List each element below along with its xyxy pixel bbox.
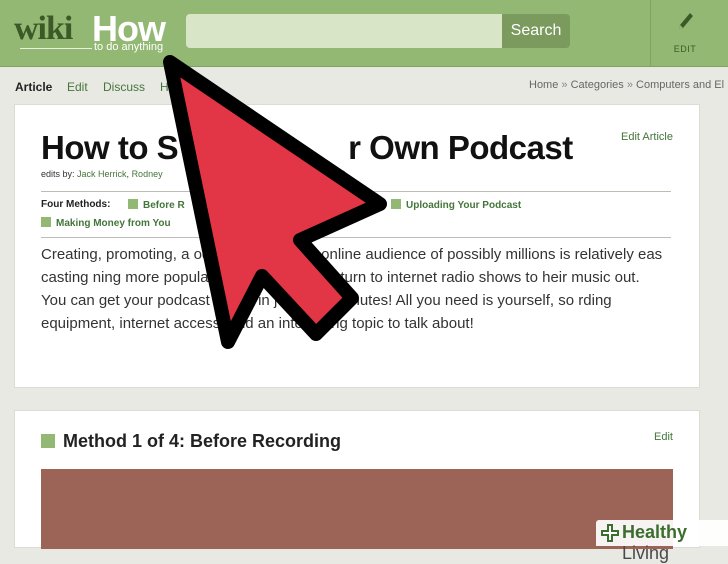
intro-paragraph: Creating, promoting, a odcast to reach a… xyxy=(41,246,663,332)
method-heading: Method 1 of 4: Before Recording xyxy=(41,431,341,452)
method-square-icon xyxy=(128,199,138,209)
step-image xyxy=(41,469,673,549)
divider xyxy=(41,237,671,238)
edit-label: EDIT xyxy=(673,44,697,54)
article-intro-card: Edit Article How to S r Own Podcast edits… xyxy=(14,104,700,388)
watermark-bold: Healthy xyxy=(622,522,688,542)
search-button[interactable]: Search xyxy=(502,14,570,48)
method-square-icon xyxy=(41,217,51,227)
logo-wiki-text: wiki xyxy=(14,10,73,47)
method-link-uploading[interactable]: Uploading Your Podcast xyxy=(391,199,521,211)
breadcrumb-home[interactable]: Home xyxy=(529,79,558,91)
logo-underline xyxy=(20,48,92,49)
site-header: wiki How to do anything Search EDIT xyxy=(0,0,728,67)
authors-line: edits by: Jack Herrick, Rodney e all) xyxy=(41,169,347,179)
see-all-link[interactable]: e all) xyxy=(327,169,347,179)
tab-article[interactable]: Article xyxy=(15,80,52,94)
pencil-icon xyxy=(679,13,693,29)
header-divider xyxy=(650,0,651,66)
breadcrumb-computers[interactable]: Computers and El xyxy=(636,79,724,91)
tab-history[interactable]: H xyxy=(160,80,169,94)
breadcrumb-separator: » xyxy=(626,79,637,91)
author-link-jack-herrick[interactable]: Jack Herrick xyxy=(77,169,127,179)
method-square-icon xyxy=(391,199,401,209)
edit-button[interactable]: EDIT xyxy=(652,0,728,66)
watermark-rest: Living xyxy=(622,543,670,563)
edit-article-link[interactable]: Edit Article xyxy=(621,131,673,143)
breadcrumb-separator: » xyxy=(561,79,571,91)
tab-discuss[interactable]: Discuss xyxy=(103,80,145,94)
method-heading-text: Method 1 of 4: Before Recording xyxy=(63,431,342,451)
method-link-making-money[interactable]: Making Money from You xyxy=(41,217,171,229)
method-edit-link[interactable]: Edit xyxy=(654,431,673,443)
breadcrumb: Home » Categories » Computers and El xyxy=(529,79,728,91)
title-part-left: How to S xyxy=(41,129,179,166)
method-square-icon xyxy=(41,434,55,448)
article-tabs: Article Edit Discuss H Home » Categories… xyxy=(0,66,728,104)
healthy-living-cross-icon xyxy=(601,524,619,542)
method-link-before-recording[interactable]: Before R xyxy=(128,199,185,211)
search-input[interactable] xyxy=(186,14,502,48)
watermark-text: Healthy Living xyxy=(622,522,728,564)
method-link-label: Making Money from You xyxy=(56,218,171,229)
breadcrumb-categories[interactable]: Categories xyxy=(571,79,624,91)
author-link-rodney[interactable]: Rodney xyxy=(132,169,163,179)
logo-tagline: to do anything xyxy=(94,41,164,53)
method-link-label: Uploading Your Podcast xyxy=(406,200,522,211)
wikihow-logo[interactable]: wiki How to do anything xyxy=(14,8,174,56)
healthy-living-watermark: Healthy Living xyxy=(596,520,728,563)
authors-prefix: edits by: xyxy=(41,169,78,179)
title-part-right: r Own Podcast xyxy=(348,129,573,166)
methods-label: Four Methods: xyxy=(41,199,111,210)
page-title: How to S r Own Podcast xyxy=(41,129,573,167)
method-link-label: Before R xyxy=(143,200,185,211)
tab-edit[interactable]: Edit xyxy=(67,80,88,94)
divider xyxy=(41,191,671,192)
